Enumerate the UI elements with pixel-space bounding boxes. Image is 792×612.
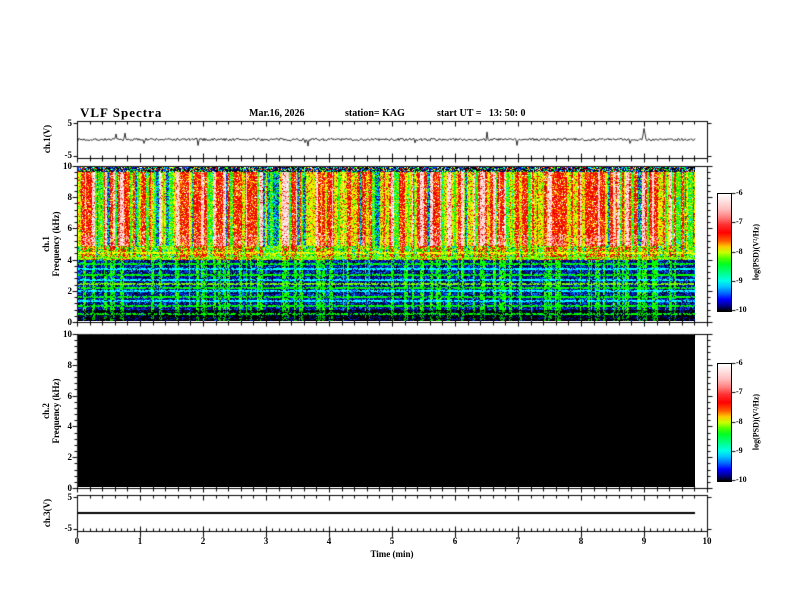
freq-tick-label-ch2: 4	[67, 421, 73, 431]
x-axis-title: Time (min)	[370, 549, 414, 559]
ch1-spectrogram-canvas	[78, 167, 695, 321]
freq-tick-label-ch1: 4	[67, 255, 73, 265]
ch2-spectrogram-canvas	[78, 335, 695, 487]
colorbar-tick-label: -6	[736, 358, 743, 367]
ch1-label-line2: Frequency (kHz)	[51, 211, 61, 277]
freq-tick-label-ch1: 8	[67, 192, 73, 202]
date-label: Mar.16, 2026	[249, 108, 305, 119]
ch1-frequency-axis-label: ch.1 Frequency (kHz)	[41, 211, 61, 276]
colorbar-tick-label: -6	[736, 188, 743, 197]
colorbar-tick-label: -10	[736, 305, 747, 314]
freq-tick-label-ch1: 10	[63, 161, 72, 171]
ch1-label-line1: ch.1	[41, 236, 51, 252]
freq-tick-label-ch2: 10	[63, 329, 72, 339]
ch3-voltage-axis-label: ch.3(V)	[42, 498, 52, 528]
colorbar-tick-label: -7	[736, 217, 743, 226]
x-tick-label: 2	[200, 536, 206, 546]
ch2-colorbar-label: log(PSD)(V²/Hz)	[751, 393, 761, 451]
freq-tick-label-ch2: 2	[67, 452, 73, 462]
volt-tick-label: 5	[67, 492, 73, 502]
ch2-label-line1: ch.2	[41, 403, 51, 419]
freq-tick-label-ch1: 6	[67, 223, 73, 233]
ch1-voltage-axis-label: ch.1(V)	[42, 124, 52, 154]
ch2-frequency-axis-label: ch.2 Frequency (kHz)	[41, 378, 61, 443]
colorbar-tick-label: -10	[736, 475, 747, 484]
x-tick-label: 7	[515, 536, 521, 546]
x-tick-label: 1	[137, 536, 143, 546]
figure-title: VLF Spectra	[80, 105, 163, 120]
ch1-colorbar-label: log(PSD)(V²/Hz)	[751, 223, 761, 281]
volt-tick-label: -5	[64, 150, 73, 160]
x-tick-label: 6	[452, 536, 458, 546]
colorbar-tick-label: -9	[736, 276, 743, 285]
vlf-spectra-figure: VLF Spectra Mar.16, 2026 station= KAG st…	[0, 0, 792, 612]
colorbar-tick-label: -8	[736, 417, 743, 426]
colorbar-tick-label: -8	[736, 247, 743, 256]
x-tick-label: 5	[389, 536, 395, 546]
freq-tick-label-ch1: 2	[67, 286, 73, 296]
freq-tick-label-ch1: 0	[67, 317, 73, 327]
colorbar-tick-label: -9	[736, 446, 743, 455]
freq-tick-label-ch2: 6	[67, 391, 73, 401]
x-tick-label: 0	[74, 536, 80, 546]
freq-tick-label-ch2: 8	[67, 360, 73, 370]
x-tick-label: 3	[263, 536, 269, 546]
colorbar-tick-label: -7	[736, 387, 743, 396]
volt-tick-label: -5	[64, 523, 73, 533]
volt-tick-label: 5	[67, 118, 73, 128]
x-tick-label: 4	[326, 536, 332, 546]
ch2-colorbar	[717, 363, 732, 482]
station-label: station= KAG	[345, 108, 405, 119]
x-tick-label: 8	[578, 536, 584, 546]
ch1-colorbar	[717, 193, 732, 312]
ch2-label-line2: Frequency (kHz)	[51, 378, 61, 444]
start-ut-label: start UT = 13: 50: 0	[437, 108, 526, 119]
x-tick-label: 9	[641, 536, 647, 546]
x-tick-label: 10	[702, 536, 712, 546]
